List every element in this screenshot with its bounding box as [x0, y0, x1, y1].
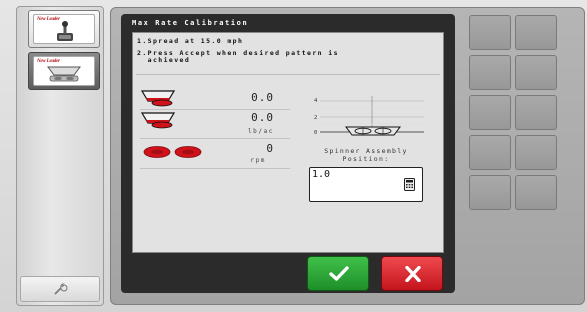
accept-button[interactable] — [307, 256, 369, 291]
app-button-joystick[interactable]: New Leader — [28, 10, 100, 48]
grid-slot[interactable] — [515, 55, 557, 90]
row-divider — [140, 109, 290, 110]
spinner-position-value: 1.0 — [312, 169, 331, 180]
bin-1-rate-value: 0.0 — [251, 91, 274, 104]
gauge-tick-label: 4 — [314, 98, 318, 104]
row-divider — [140, 138, 290, 139]
x-icon — [405, 266, 421, 282]
joystick-icon — [57, 21, 73, 41]
spinner-position-input[interactable]: 1.0 — [309, 167, 423, 202]
gauge-tick-label: 0 — [314, 130, 318, 136]
hopper-icon — [140, 112, 176, 129]
app-button-spreader[interactable]: New Leader — [28, 52, 100, 90]
spinner-position-label-line-2: Position: — [342, 155, 390, 163]
wrench-icon — [54, 283, 68, 295]
bin-2-rate-value: 0.0 — [251, 111, 274, 124]
row-divider — [140, 168, 290, 169]
grid-slot[interactable] — [515, 95, 557, 130]
spinner-discs-icon — [143, 146, 202, 158]
spinner-assembly-icon — [345, 126, 401, 136]
dialog-content-panel — [132, 32, 444, 253]
grid-slot[interactable] — [515, 175, 557, 210]
left-app-rail — [16, 6, 104, 306]
spinner-speed-unit: rpm — [250, 157, 266, 164]
spinner-position-label: Spinner Assembly Position: — [296, 147, 436, 163]
grid-slot[interactable] — [469, 15, 511, 50]
grid-slot[interactable] — [469, 95, 511, 130]
header-divider — [136, 74, 440, 75]
hopper-icon — [140, 90, 176, 107]
display-screen: New Leader New Leader Max Rate Calibrati… — [0, 0, 587, 312]
grid-slot[interactable] — [469, 135, 511, 170]
gauge-tick-label: 2 — [314, 115, 318, 121]
calculator-icon[interactable] — [404, 178, 415, 191]
grid-slot[interactable] — [469, 175, 511, 210]
grid-slot[interactable] — [515, 135, 557, 170]
grid-slot[interactable] — [515, 15, 557, 50]
rate-unit: lb/ac — [247, 128, 274, 135]
instruction-line-3: achieved — [137, 56, 191, 64]
app-button-face: New Leader — [33, 56, 95, 86]
checkmark-icon — [329, 266, 349, 281]
cancel-button[interactable] — [381, 256, 443, 291]
app-button-face: New Leader — [33, 14, 95, 44]
spinner-speed-value: 0 — [266, 142, 274, 155]
instruction-line-1: 1.Spread at 15.0 mph — [137, 37, 244, 45]
grid-slot[interactable] — [469, 55, 511, 90]
spinner-position-label-line-1: Spinner Assembly — [324, 147, 408, 155]
spreader-icon — [47, 66, 81, 82]
settings-button[interactable] — [20, 276, 100, 302]
dialog-title: Max Rate Calibration — [132, 19, 249, 27]
